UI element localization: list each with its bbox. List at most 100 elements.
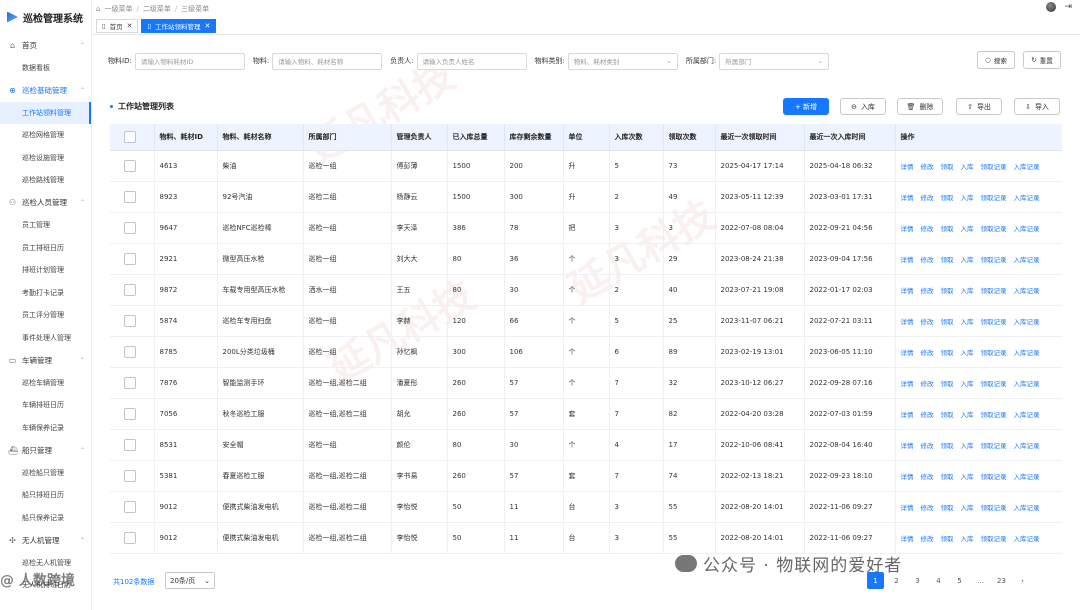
row-action-link[interactable]: 修改 <box>921 471 934 481</box>
row-action-link[interactable]: 入库记录 <box>1014 378 1040 388</box>
row-checkbox[interactable] <box>124 438 136 451</box>
row-action-link[interactable]: 修改 <box>921 223 934 233</box>
page-button[interactable]: 23 <box>993 572 1010 589</box>
sidebar-item[interactable]: 车辆保养记录 <box>0 417 91 440</box>
sidebar-item[interactable]: 事件处理人管理 <box>0 327 91 350</box>
row-action-link[interactable]: 领取记录 <box>981 285 1007 295</box>
row-action-link[interactable]: 领取记录 <box>981 192 1007 202</box>
sidebar-item[interactable]: 排班计划管理 <box>0 259 91 282</box>
row-action-link[interactable]: 修改 <box>921 192 934 202</box>
breadcrumb-item[interactable]: 三级菜单 <box>181 4 209 14</box>
row-action-link[interactable]: 入库 <box>961 409 974 419</box>
page-button[interactable]: … <box>972 572 989 589</box>
stock-in-button[interactable]: ⊖ 入库 <box>840 98 886 115</box>
row-action-link[interactable]: 领取记录 <box>981 161 1007 171</box>
row-action-link[interactable]: 详情 <box>901 471 914 481</box>
row-action-link[interactable]: 入库 <box>961 223 974 233</box>
row-action-link[interactable]: 入库记录 <box>1014 533 1040 543</box>
row-action-link[interactable]: 入库 <box>961 285 974 295</box>
row-action-link[interactable]: 领取记录 <box>981 409 1007 419</box>
row-action-link[interactable]: 入库 <box>961 502 974 512</box>
sidebar-item[interactable]: 船只排班日历 <box>0 484 91 507</box>
page-button[interactable]: 5 <box>951 572 968 589</box>
menu-group[interactable]: ⊕ 巡检基础管理 ⌃ <box>0 79 91 102</box>
row-action-link[interactable]: 领取记录 <box>981 316 1007 326</box>
breadcrumb-item[interactable]: 一级菜单 <box>104 4 132 14</box>
close-icon[interactable]: ✕ <box>127 22 133 30</box>
sidebar-item[interactable]: 数据看板 <box>0 57 91 80</box>
row-action-link[interactable]: 入库 <box>961 316 974 326</box>
delete-button[interactable]: 🗑 删除 <box>897 98 943 115</box>
owner-input[interactable]: 请输入负责人姓名 <box>416 52 527 70</box>
row-action-link[interactable]: 入库记录 <box>1014 161 1040 171</box>
row-action-link[interactable]: 入库记录 <box>1014 285 1040 295</box>
row-checkbox[interactable] <box>124 314 136 327</box>
sidebar-item[interactable]: 员工排班日历 <box>0 237 91 260</box>
page-button[interactable]: 4 <box>930 572 947 589</box>
row-action-link[interactable]: 入库 <box>961 533 974 543</box>
row-action-link[interactable]: 入库记录 <box>1014 440 1040 450</box>
row-action-link[interactable]: 修改 <box>921 440 934 450</box>
row-action-link[interactable]: 领取 <box>941 378 954 388</box>
row-action-link[interactable]: 入库记录 <box>1014 409 1040 419</box>
row-checkbox[interactable] <box>124 190 136 203</box>
logout-icon[interactable]: ⇥ <box>1064 2 1072 12</box>
row-action-link[interactable]: 领取 <box>941 440 954 450</box>
department-select[interactable]: 所属部门 ⌄ <box>719 52 830 70</box>
row-action-link[interactable]: 修改 <box>921 161 934 171</box>
row-action-link[interactable]: 领取 <box>941 192 954 202</box>
row-action-link[interactable]: 修改 <box>921 316 934 326</box>
menu-group[interactable]: ⛴ 船只管理 ⌃ <box>0 439 91 462</box>
row-action-link[interactable]: 入库记录 <box>1014 502 1040 512</box>
sidebar-item[interactable]: 巡检车辆管理 <box>0 372 91 395</box>
material-name-input[interactable]: 请输入物料、耗材名称 <box>272 52 383 70</box>
row-checkbox[interactable] <box>124 531 136 544</box>
row-action-link[interactable]: 修改 <box>921 533 934 543</box>
row-checkbox[interactable] <box>124 252 136 265</box>
row-action-link[interactable]: 领取记录 <box>981 502 1007 512</box>
search-button[interactable]: ○ 搜索 <box>977 51 1015 69</box>
sidebar-item[interactable]: 员工评分管理 <box>0 304 91 327</box>
reset-button[interactable]: ↻ 重置 <box>1023 51 1061 69</box>
row-action-link[interactable]: 入库 <box>961 471 974 481</box>
sidebar-item[interactable]: 巡检网格管理 <box>0 124 91 147</box>
page-size-select[interactable]: 20条/页 ⌄ <box>165 572 215 589</box>
tab-home[interactable]: ▯ 首页 ✕ <box>96 18 139 33</box>
row-action-link[interactable]: 领取记录 <box>981 471 1007 481</box>
category-select[interactable]: 物料、耗材类别 ⌄ <box>567 52 678 70</box>
row-action-link[interactable]: 修改 <box>921 285 934 295</box>
row-action-link[interactable]: 详情 <box>901 378 914 388</box>
row-action-link[interactable]: 详情 <box>901 347 914 357</box>
sidebar-item[interactable]: 员工管理 <box>0 214 91 237</box>
menu-group[interactable]: ✣ 无人机管理 ⌃ <box>0 529 91 552</box>
avatar[interactable] <box>1046 2 1057 12</box>
row-action-link[interactable]: 入库 <box>961 440 974 450</box>
row-action-link[interactable]: 详情 <box>901 502 914 512</box>
row-action-link[interactable]: 领取记录 <box>981 347 1007 357</box>
row-checkbox[interactable] <box>124 159 136 172</box>
row-action-link[interactable]: 详情 <box>901 440 914 450</box>
sidebar-item[interactable]: 巡检设施管理 <box>0 147 91 170</box>
row-action-link[interactable]: 详情 <box>901 533 914 543</box>
row-action-link[interactable]: 领取 <box>941 471 954 481</box>
close-icon[interactable]: ✕ <box>205 22 211 30</box>
sidebar-item[interactable]: 巡检路线管理 <box>0 169 91 192</box>
row-action-link[interactable]: 详情 <box>901 409 914 419</box>
row-action-link[interactable]: 领取 <box>941 409 954 419</box>
row-action-link[interactable]: 入库记录 <box>1014 192 1040 202</box>
row-action-link[interactable]: 入库 <box>961 192 974 202</box>
row-action-link[interactable]: 入库 <box>961 254 974 264</box>
sidebar-item[interactable]: 车辆排班日历 <box>0 394 91 417</box>
row-action-link[interactable]: 修改 <box>921 409 934 419</box>
row-action-link[interactable]: 入库 <box>961 378 974 388</box>
row-action-link[interactable]: 领取 <box>941 254 954 264</box>
row-action-link[interactable]: 领取 <box>941 223 954 233</box>
row-action-link[interactable]: 领取 <box>941 161 954 171</box>
breadcrumb-item[interactable]: 二级菜单 <box>143 4 171 14</box>
row-action-link[interactable]: 入库记录 <box>1014 471 1040 481</box>
select-all-checkbox[interactable] <box>124 130 136 143</box>
row-action-link[interactable]: 领取记录 <box>981 440 1007 450</box>
menu-group[interactable]: ⌂ 首页 ⌃ <box>0 34 91 57</box>
row-checkbox[interactable] <box>124 283 136 296</box>
row-checkbox[interactable] <box>124 407 136 420</box>
